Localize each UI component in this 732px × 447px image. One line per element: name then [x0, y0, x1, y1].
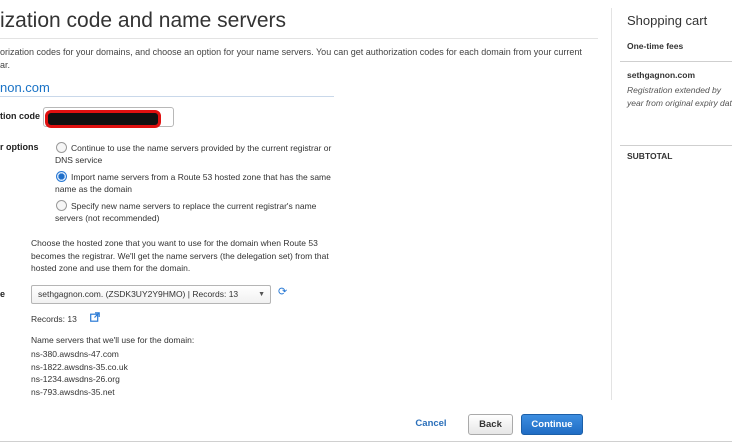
- chevron-down-icon: ▼: [258, 291, 265, 298]
- name-server-list: ns-380.awsdns-47.com ns-1822.awsdns-35.c…: [31, 348, 128, 398]
- refresh-icon[interactable]: ⟳: [278, 285, 287, 298]
- cart-description: Registration extended by year from origi…: [627, 85, 732, 108]
- cart-divider: [620, 145, 732, 146]
- external-link-icon[interactable]: [90, 312, 100, 324]
- name-servers-intro: Name servers that we'll use for the doma…: [31, 335, 195, 345]
- hosted-zone-help: Choose the hosted zone that you want to …: [31, 238, 329, 273]
- redacted-auth-code: [45, 110, 161, 128]
- back-button[interactable]: Back: [468, 414, 513, 435]
- hosted-zone-value: sethgagnon.com. (ZSDK3UY2Y9HMO) | Record…: [38, 289, 239, 299]
- domain-heading: non.com: [0, 80, 50, 95]
- auth-code-label: tion code: [0, 111, 40, 121]
- option-specify-new-label: Specify new name servers to replace the …: [55, 201, 317, 223]
- name-server-item: ns-1234.awsdns-26.org: [31, 374, 120, 385]
- option-continue-current-label: Continue to use the name servers provide…: [55, 143, 332, 165]
- page-title: ization code and name servers: [0, 9, 286, 32]
- name-server-options-label: r options: [0, 142, 39, 152]
- name-server-item: ns-793.awsdns-35.net: [31, 386, 115, 397]
- cancel-button[interactable]: Cancel: [408, 414, 454, 435]
- records-count: Records: 13: [31, 314, 77, 324]
- footer-divider: [0, 441, 732, 442]
- name-server-item: ns-380.awsdns-47.com: [31, 349, 119, 359]
- cart-divider: [620, 61, 732, 62]
- cart-domain: sethgagnon.com: [627, 70, 696, 80]
- domain-divider: [0, 96, 334, 97]
- cart-subtotal-label: SUBTOTAL: [627, 151, 673, 161]
- name-server-item: ns-1822.awsdns-35.co.uk: [31, 361, 128, 372]
- cart-title: Shopping cart: [627, 13, 708, 28]
- cart-subtitle: One-time fees: [627, 41, 684, 51]
- hosted-zone-label: e: [0, 289, 6, 299]
- hosted-zone-select[interactable]: sethgagnon.com. (ZSDK3UY2Y9HMO) | Record…: [31, 285, 271, 304]
- intro-line-1: orization codes for your domains, and ch…: [0, 47, 582, 57]
- intro-line-2: ar.: [0, 60, 11, 70]
- continue-button[interactable]: Continue: [521, 414, 583, 435]
- sidebar-divider: [611, 8, 612, 400]
- option-import-route53-label: Import name servers from a Route 53 host…: [55, 172, 331, 194]
- intro-text: orization codes for your domains, and ch…: [0, 46, 600, 72]
- title-divider: [0, 38, 598, 39]
